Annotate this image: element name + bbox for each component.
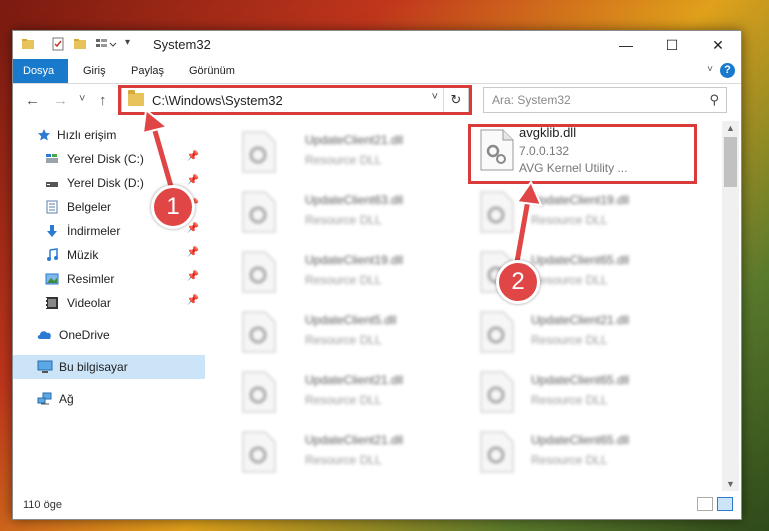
explorer-window: ▾ System32 — ☐ ✕ Dosya Giriş Paylaş Görü… — [12, 30, 742, 520]
documents-icon — [45, 200, 59, 214]
videos-icon — [45, 296, 59, 310]
tab-home[interactable]: Giriş — [73, 59, 116, 83]
properties-icon[interactable] — [51, 37, 65, 51]
window-title: System32 — [153, 37, 211, 52]
folder-icon — [21, 37, 35, 51]
list-item[interactable]: UpdateClient65.dll Resource DLL — [471, 427, 701, 477]
back-button[interactable]: ← — [25, 92, 40, 109]
status-bar: 110 öge — [13, 493, 741, 518]
pin-icon[interactable]: 📌 — [187, 295, 199, 306]
sidebar-item-music[interactable]: Müzik 📌 — [13, 243, 205, 267]
list-item[interactable]: UpdateClient65.dll Resource DLL — [471, 367, 701, 417]
sidebar-item-onedrive[interactable]: OneDrive — [13, 323, 205, 347]
details-view-icon[interactable] — [697, 497, 713, 511]
recent-locations-button[interactable]: ˅ — [79, 93, 85, 105]
new-folder-icon[interactable] — [73, 37, 87, 51]
ribbon-tabs: Dosya Giriş Paylaş Görünüm ˅ ? — [13, 59, 741, 84]
scrollbar-thumb[interactable] — [724, 137, 737, 187]
cloud-icon — [37, 328, 51, 342]
list-item[interactable]: UpdateClient21.dll Resource DLL — [233, 427, 463, 477]
close-button[interactable]: ✕ — [695, 31, 741, 59]
dll-file-icon — [242, 131, 276, 173]
step-marker-1: 1 — [151, 185, 195, 229]
maximize-button[interactable]: ☐ — [649, 31, 695, 59]
pictures-icon — [45, 272, 59, 286]
pin-icon[interactable]: 📌 — [187, 175, 199, 186]
up-button[interactable]: ↑ — [99, 92, 107, 109]
tiles-view-icon[interactable] — [717, 497, 733, 511]
item-count: 110 öge — [23, 499, 62, 511]
tab-share[interactable]: Paylaş — [121, 59, 174, 83]
dll-file-icon — [480, 431, 514, 473]
search-box[interactable]: Ara: System32 ⚲ — [483, 87, 727, 113]
step-marker-2: 2 — [496, 260, 540, 304]
sidebar-item-quick-access[interactable]: Hızlı erişim — [13, 123, 205, 147]
dll-file-icon — [480, 371, 514, 413]
expand-ribbon-icon[interactable]: ˅ — [707, 64, 713, 75]
scroll-down-icon[interactable]: ▼ — [722, 479, 739, 489]
forward-button[interactable]: → — [53, 92, 68, 109]
tab-view[interactable]: Görünüm — [179, 59, 245, 83]
computer-icon — [37, 360, 53, 374]
star-icon — [37, 128, 51, 142]
sidebar-item-pictures[interactable]: Resimler 📌 — [13, 267, 205, 291]
list-item[interactable]: UpdateClient5.dll Resource DLL — [233, 307, 463, 357]
sidebar-item-local-disk-c[interactable]: Yerel Disk (C:) 📌 — [13, 147, 205, 171]
customize-toolbar-icon[interactable]: ▾ — [125, 37, 139, 51]
list-item[interactable]: UpdateClient19.dll Resource DLL — [471, 187, 701, 237]
sidebar-item-network[interactable]: Ağ — [13, 387, 205, 411]
navigation-pane: Hızlı erişim Yerel Disk (C:) 📌 Yerel Dis… — [13, 121, 205, 491]
pin-icon[interactable]: 📌 — [187, 271, 199, 282]
drive-icon — [45, 152, 59, 166]
title-bar: ▾ System32 — ☐ ✕ — [13, 31, 741, 59]
scroll-up-icon[interactable]: ▲ — [722, 123, 739, 133]
pin-icon[interactable]: 📌 — [187, 151, 199, 162]
list-item[interactable]: UpdateClient21.dll Resource DLL — [471, 307, 701, 357]
search-icon[interactable]: ⚲ — [709, 92, 719, 108]
help-icon[interactable]: ? — [720, 63, 735, 78]
search-input[interactable]: Ara: System32 — [492, 93, 571, 107]
dll-file-icon — [480, 311, 514, 353]
address-highlight — [118, 85, 472, 115]
tab-file[interactable]: Dosya — [13, 59, 68, 83]
minimize-button[interactable]: — — [603, 31, 649, 59]
list-item[interactable]: UpdateClient21.dll Resource DLL — [233, 367, 463, 417]
sidebar-item-videos[interactable]: Videolar 📌 — [13, 291, 205, 315]
network-icon — [37, 392, 52, 406]
music-icon — [45, 248, 59, 262]
dll-file-icon — [242, 431, 276, 473]
pin-icon[interactable]: 📌 — [187, 247, 199, 258]
file-highlight — [468, 124, 697, 184]
view-options-icon[interactable] — [95, 37, 117, 51]
vertical-scrollbar[interactable]: ▲ ▼ — [722, 121, 739, 491]
dll-file-icon — [242, 191, 276, 233]
list-item[interactable]: UpdateClient63.dll Resource DLL — [233, 187, 463, 237]
download-icon — [45, 224, 59, 238]
sidebar-item-this-pc[interactable]: Bu bilgisayar — [13, 355, 205, 379]
list-item[interactable]: UpdateClient21.dll Resource DLL — [233, 127, 463, 177]
drive-icon — [45, 176, 59, 190]
dll-file-icon — [242, 311, 276, 353]
pin-icon[interactable]: 📌 — [187, 223, 199, 234]
list-item[interactable]: UpdateClient19.dll Resource DLL — [233, 247, 463, 297]
dll-file-icon — [480, 191, 514, 233]
dll-file-icon — [242, 251, 276, 293]
dll-file-icon — [242, 371, 276, 413]
